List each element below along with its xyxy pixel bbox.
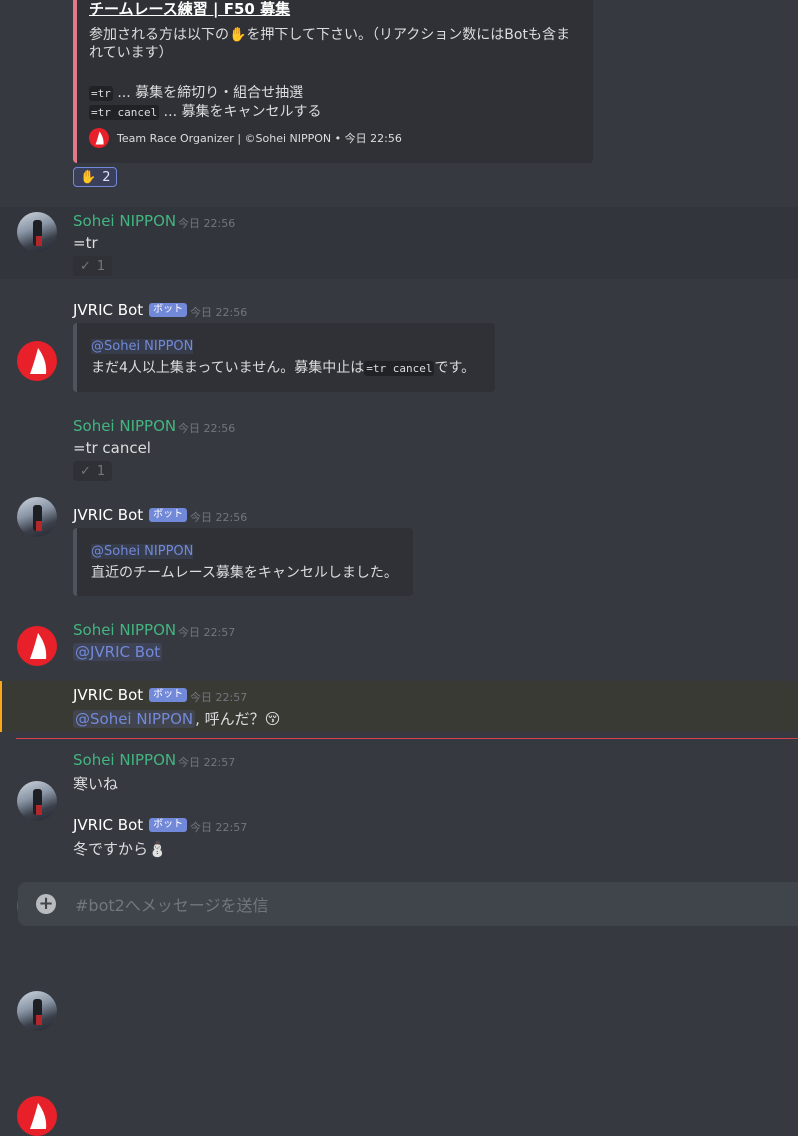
reply-text: まだ4人以上集まっていません。募集中止は =tr cancel です。 <box>91 357 475 377</box>
reaction-check[interactable]: ✓ 1 <box>73 461 113 481</box>
bot-tag: ボット <box>149 303 188 317</box>
user-avatar[interactable] <box>17 781 57 821</box>
message-composer: + <box>18 882 798 926</box>
mention[interactable]: @JVRIC Bot <box>73 643 163 661</box>
message-text-body: , 呼んだ？ <box>195 710 265 728</box>
author-name[interactable]: Sohei NIPPON <box>73 417 176 435</box>
new-messages-divider <box>16 738 798 739</box>
timestamp: 今日 22:57 <box>190 691 248 704</box>
bot-tag: ボット <box>149 818 188 832</box>
bot-avatar[interactable] <box>17 626 57 666</box>
embed-command-2: =tr cancel ... 募集をキャンセルする <box>89 101 322 121</box>
author-name[interactable]: Sohei NIPPON <box>73 212 176 230</box>
raised-hand-icon: ✋ <box>80 169 97 185</box>
author-name-text: JVRIC Bot <box>73 506 144 524</box>
author-name[interactable]: JVRIC Bot ボット <box>73 506 188 524</box>
embed-footer-text: Team Race Organizer | ©Sohei NIPPON • 今日… <box>117 132 402 145</box>
timestamp: 今日 22:56 <box>178 422 236 435</box>
author-name-text: JVRIC Bot <box>73 816 144 834</box>
bot-reply-card: @Sohei NIPPON まだ4人以上集まっていません。募集中止は =tr ca… <box>73 323 495 392</box>
reaction-count: 1 <box>96 463 106 479</box>
message-text: 冬ですから⛄ <box>73 838 167 859</box>
bot-avatar[interactable] <box>17 1096 57 1136</box>
embed-command-2-text: ... 募集をキャンセルする <box>159 104 322 120</box>
mention[interactable]: @Sohei NIPPON <box>91 339 194 354</box>
user-avatar[interactable] <box>17 497 57 537</box>
timestamp: 今日 22:57 <box>178 756 236 769</box>
user-avatar[interactable] <box>17 991 57 1031</box>
embed-command-1-text: ... 募集を締切り・組合せ抽選 <box>112 85 304 101</box>
snowman-icon: ⛄ <box>148 840 167 858</box>
mention-highlight-bar <box>0 681 2 732</box>
mention[interactable]: @Sohei NIPPON <box>91 544 194 559</box>
author-name[interactable]: JVRIC Bot ボット <box>73 686 188 704</box>
embed-footer: Team Race Organizer | ©Sohei NIPPON • 今日… <box>89 128 402 148</box>
message-text-body: 冬ですから <box>73 840 149 858</box>
reply-text-before: まだ4人以上集まっていません。募集中止は <box>91 360 365 376</box>
author-name[interactable]: JVRIC Bot ボット <box>73 816 188 834</box>
reaction-check[interactable]: ✓ 1 <box>73 256 113 276</box>
embed-command-1: =tr ... 募集を締切り・組合せ抽選 <box>89 82 303 102</box>
bot-tag: ボット <box>149 508 188 522</box>
author-name[interactable]: Sohei NIPPON <box>73 751 176 769</box>
red-sail-logo-icon <box>30 348 47 374</box>
reply-code: =tr cancel <box>364 361 435 376</box>
bot-reply-card: @Sohei NIPPON 直近のチームレース募集をキャンセルしました。 <box>73 528 413 596</box>
embed-command-2-code: =tr cancel <box>89 105 160 120</box>
timestamp: 今日 22:56 <box>190 306 248 319</box>
author-name-text: JVRIC Bot <box>73 686 144 704</box>
message-text: @JVRIC Bot <box>73 643 163 661</box>
bot-tag: ボット <box>149 688 188 702</box>
embed-command-1-code: =tr <box>89 86 113 101</box>
mention[interactable]: @Sohei NIPPON <box>73 710 196 728</box>
author-name[interactable]: Sohei NIPPON <box>73 621 176 639</box>
red-sail-logo-icon <box>30 633 47 659</box>
red-sail-logo-icon <box>89 128 109 148</box>
reply-text: 直近のチームレース募集をキャンセルしました。 <box>91 565 398 581</box>
reaction-raised-hand[interactable]: ✋ 2 <box>73 167 118 187</box>
author-name-text: JVRIC Bot <box>73 301 144 319</box>
timestamp: 今日 22:56 <box>190 511 248 524</box>
user-avatar[interactable] <box>17 212 57 252</box>
message-text: 寒いね <box>73 775 119 793</box>
red-sail-logo-icon <box>30 1103 47 1129</box>
embed-title[interactable]: チームレース練習 | F50 募集 <box>89 0 290 19</box>
kissing-face-icon: 😚 <box>264 710 281 728</box>
author-name[interactable]: JVRIC Bot ボット <box>73 301 188 319</box>
check-icon: ✓ <box>80 463 91 479</box>
message-text: @Sohei NIPPON, 呼んだ？😚 <box>73 708 280 729</box>
message-text: =tr <box>73 234 98 252</box>
bot-avatar[interactable] <box>17 341 57 381</box>
timestamp: 今日 22:57 <box>190 821 248 834</box>
plus-circle-icon[interactable]: + <box>36 894 56 914</box>
reaction-count: 2 <box>102 169 111 185</box>
timestamp: 今日 22:57 <box>178 626 236 639</box>
timestamp: 今日 22:56 <box>178 217 236 230</box>
check-icon: ✓ <box>80 258 91 274</box>
message-text: =tr cancel <box>73 439 151 457</box>
reaction-count: 1 <box>96 258 106 274</box>
embed: チームレース練習 | F50 募集 参加される方は以下の✋を押下して下さい。（リ… <box>73 0 593 163</box>
message-input[interactable] <box>73 890 777 920</box>
embed-description: 参加される方は以下の✋を押下して下さい。（リアクション数にはBotも含まれていま… <box>89 27 570 61</box>
reply-text-after: です。 <box>434 360 476 376</box>
